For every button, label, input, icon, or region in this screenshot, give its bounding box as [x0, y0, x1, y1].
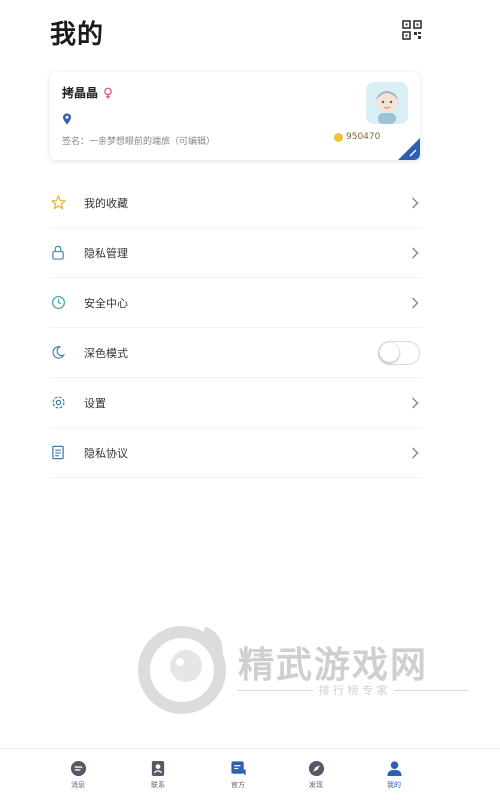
coin-icon	[334, 132, 343, 142]
menu-label: 深色模式	[84, 346, 128, 360]
menu-item-favorites[interactable]: 我的收藏	[50, 178, 422, 228]
nickname: 拷晶晶	[62, 86, 99, 100]
tab-label: 联系	[151, 781, 165, 789]
gear-icon	[50, 395, 66, 411]
nickname-row: 拷晶晶	[62, 84, 114, 101]
official-icon	[229, 759, 247, 777]
qr-code-icon[interactable]	[400, 18, 424, 42]
document-icon	[50, 445, 66, 461]
menu-item-privacy-agreement[interactable]: 隐私协议	[50, 428, 422, 478]
signature-text: 签名：一亲梦想眼前的端旅（可编辑）	[62, 137, 216, 147]
lock-icon	[50, 245, 66, 261]
menu-item-privacy-management[interactable]: 隐私管理	[50, 228, 422, 278]
menu-item-dark-mode: 深色模式	[50, 328, 422, 378]
header: 我的	[0, 0, 500, 62]
watermark-subtitle: 排 行 榜 专 家	[318, 684, 388, 697]
dark-mode-toggle[interactable]	[378, 340, 420, 365]
coin-amount: 950470	[346, 132, 381, 142]
chevron-right-icon	[410, 197, 420, 209]
divider	[238, 689, 313, 691]
menu-label: 设置	[84, 396, 106, 410]
tab-label: 我的	[387, 781, 401, 789]
tab-messages[interactable]: 消息	[53, 759, 103, 790]
chevron-right-icon	[410, 447, 420, 459]
watermark-logo-icon	[138, 626, 226, 714]
tab-contacts[interactable]: 联系	[133, 759, 183, 790]
menu-label: 我的收藏	[84, 196, 128, 210]
message-icon	[69, 759, 87, 777]
menu-label: 安全中心	[84, 296, 128, 310]
watermark-subtitle-row: 排 行 榜 专 家	[238, 682, 468, 698]
corner-edit-icon[interactable]	[398, 138, 420, 160]
menu-item-settings[interactable]: 设置	[50, 378, 422, 428]
shield-clock-icon	[50, 295, 66, 311]
tab-mine[interactable]: 我的	[369, 759, 419, 790]
moon-icon	[50, 345, 66, 361]
bottom-tab-bar: 消息 联系 官方 发现 我的	[0, 748, 500, 800]
menu-item-security-center[interactable]: 安全中心	[50, 278, 422, 328]
person-icon	[385, 759, 403, 777]
avatar-icon[interactable]	[366, 82, 408, 124]
tab-official[interactable]: 官方	[213, 759, 263, 790]
tab-label: 官方	[231, 781, 245, 789]
location-pin-icon	[62, 110, 72, 125]
star-icon	[50, 195, 66, 211]
profile-card[interactable]: 拷晶晶 签名：一亲梦想眼前的端旅（可编辑） 950470	[50, 72, 420, 160]
chevron-right-icon	[410, 397, 420, 409]
tab-label: 发现	[309, 781, 323, 789]
toggle-knob	[380, 342, 399, 362]
chevron-right-icon	[410, 297, 420, 309]
menu-label: 隐私管理	[84, 246, 128, 260]
settings-menu: 我的收藏 隐私管理 安全中心 深色模式 设置 隐私协议	[50, 178, 422, 478]
compass-icon	[307, 759, 325, 777]
coin-balance: 950470	[334, 132, 380, 142]
tab-discover[interactable]: 发现	[291, 759, 341, 790]
female-icon	[102, 87, 114, 99]
watermark-title: 精武游戏网	[238, 645, 429, 686]
contacts-icon	[149, 759, 167, 777]
menu-label: 隐私协议	[84, 446, 128, 460]
chevron-right-icon	[410, 247, 420, 259]
tab-label: 消息	[71, 781, 85, 789]
page-title: 我的	[50, 20, 105, 50]
divider	[393, 689, 468, 691]
watermark: 精武游戏网 排 行 榜 专 家	[134, 618, 474, 718]
